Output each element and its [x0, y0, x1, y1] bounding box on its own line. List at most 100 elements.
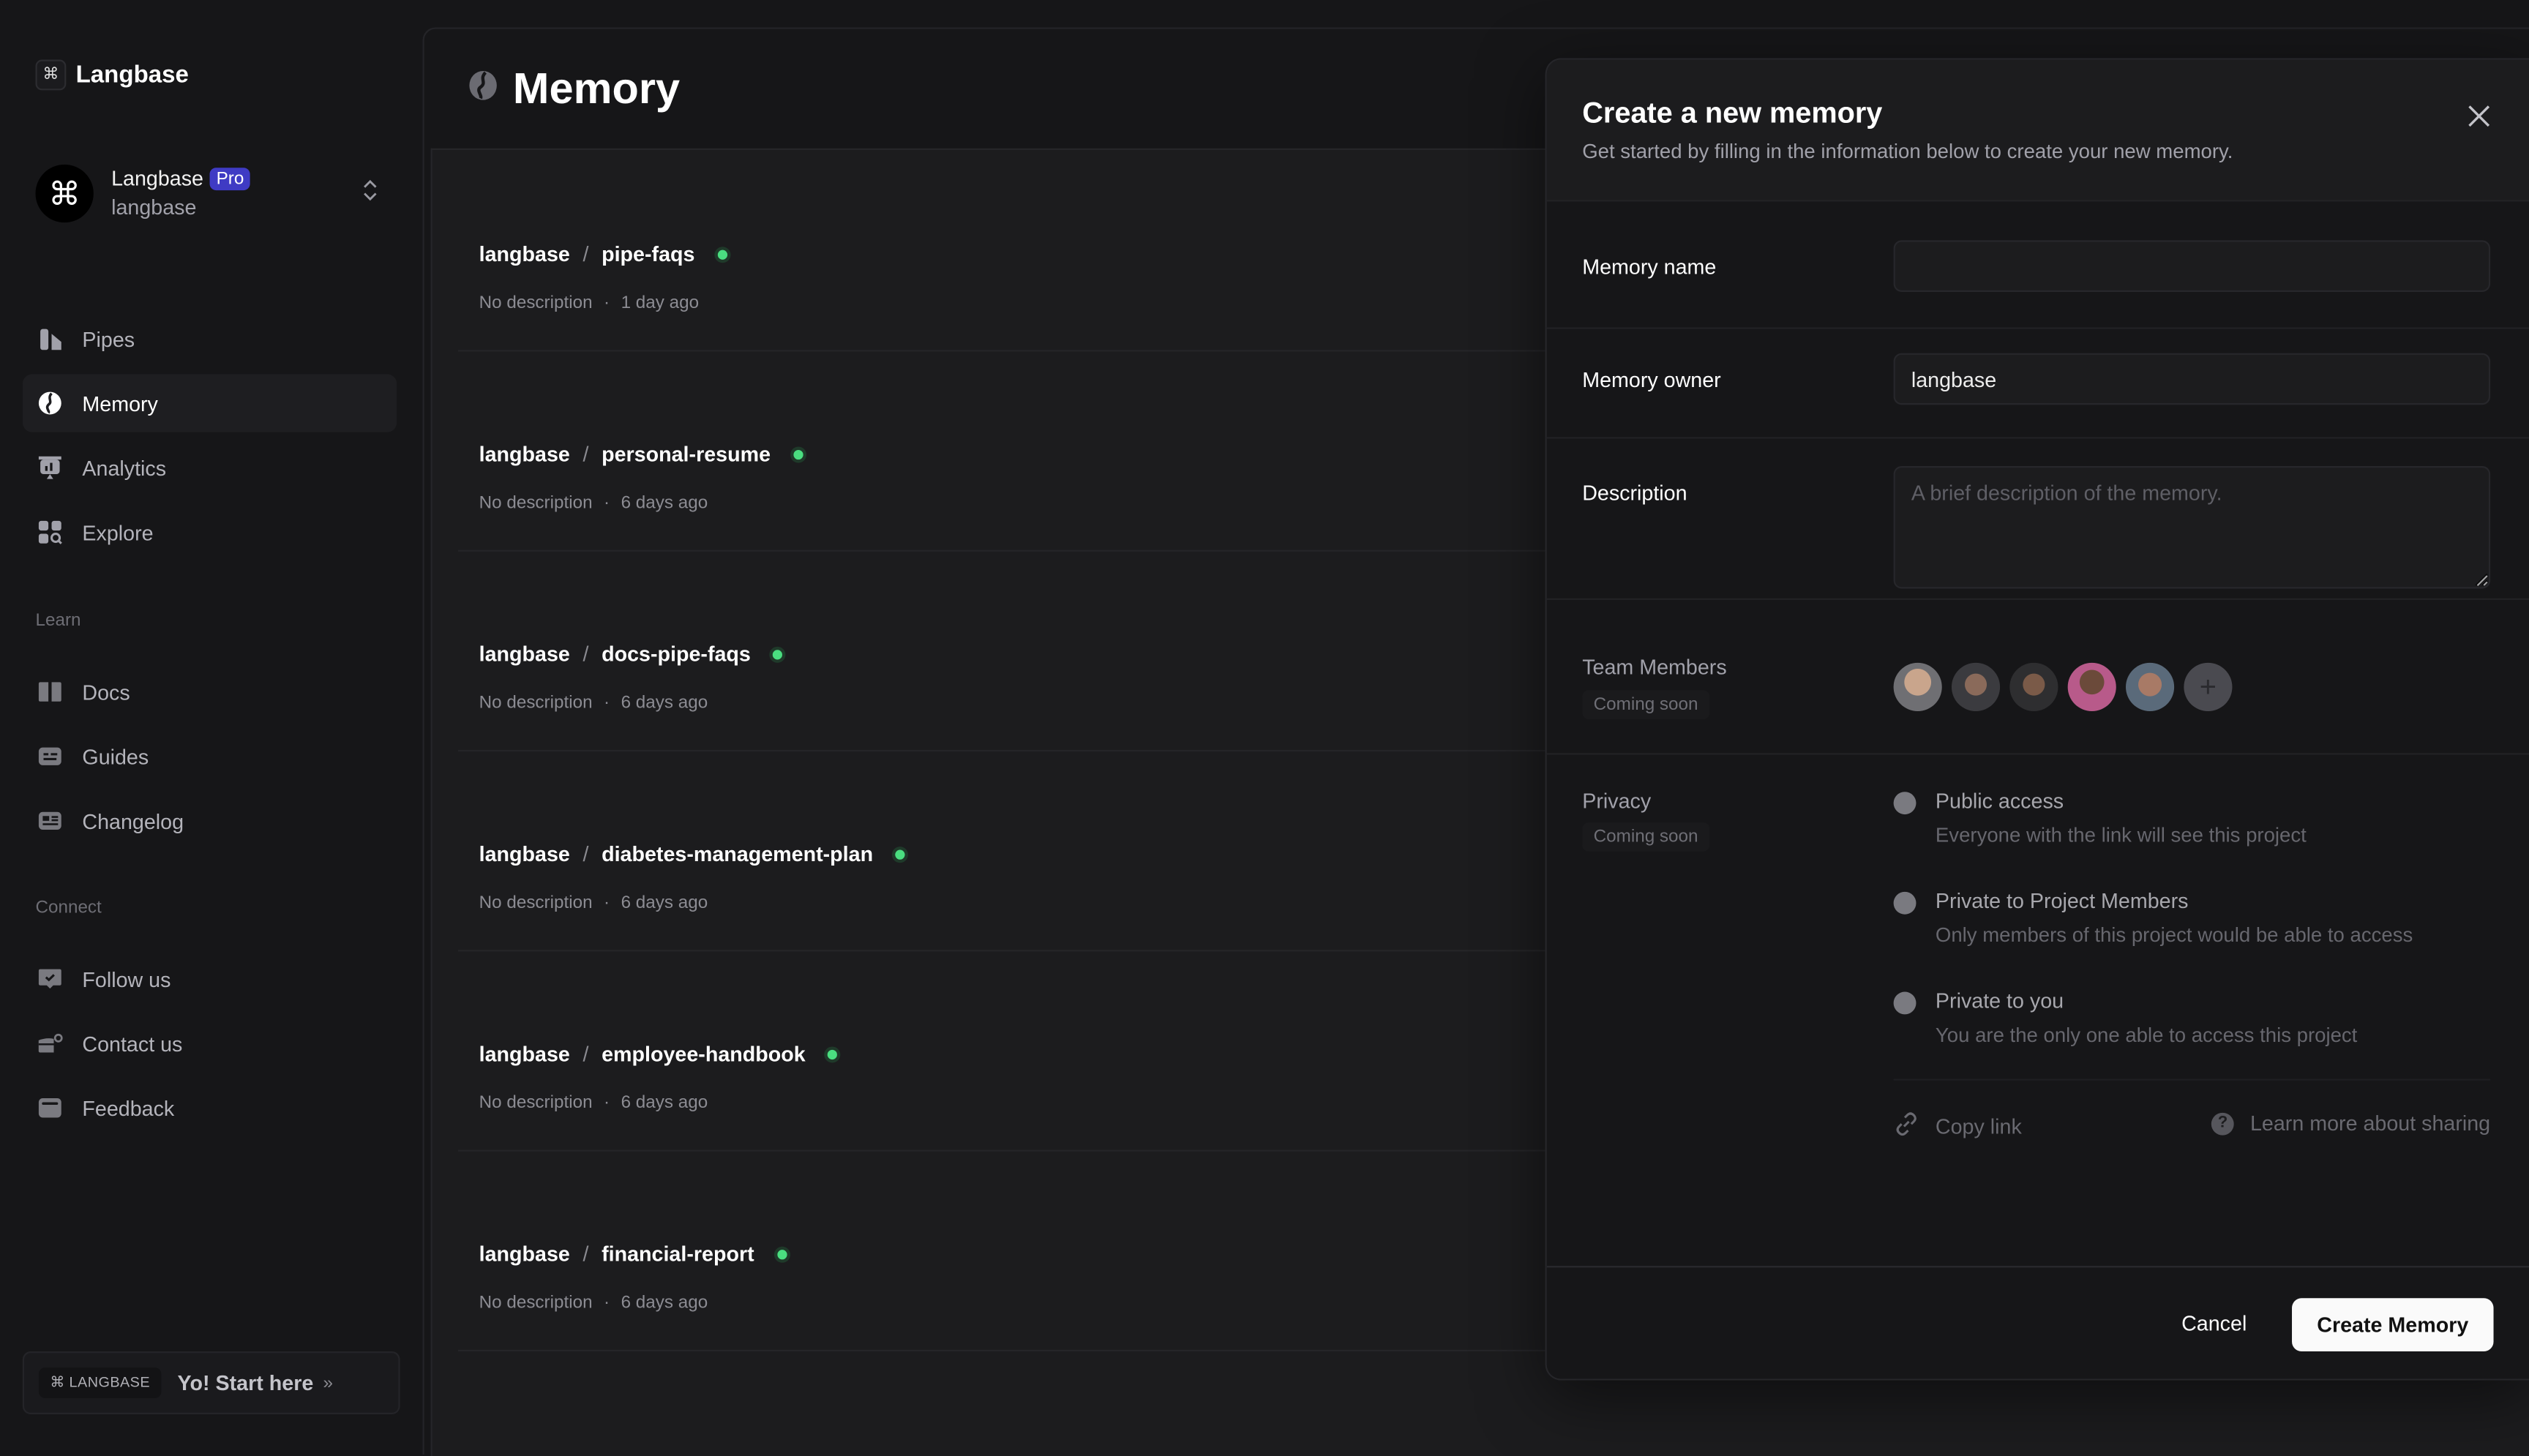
sidebar-item-explore[interactable]: Explore — [23, 503, 397, 561]
memory-name-label: Memory name — [1582, 255, 1717, 279]
sidebar-item-follow-us[interactable]: Follow us — [23, 950, 397, 1007]
org-switcher[interactable]: ⌘ Langbase Pro langbase — [35, 163, 390, 225]
memory-updated: 6 days ago — [621, 1293, 708, 1313]
section-title-learn: Learn — [35, 611, 81, 631]
memory-owner-input[interactable] — [1893, 353, 2491, 405]
page-header: Memory — [468, 64, 680, 114]
memory-updated: 6 days ago — [621, 893, 708, 913]
option-title: Private to you — [1935, 988, 2064, 1013]
learn-more-link[interactable]: ? Learn more about sharing — [2211, 1111, 2490, 1136]
radio-button[interactable] — [1893, 891, 1917, 915]
chevron-up-down-icon[interactable] — [363, 179, 378, 203]
memory-owner[interactable]: langbase — [479, 1242, 570, 1266]
memory-owner[interactable]: langbase — [479, 442, 570, 466]
option-description: You are the only one able to access this… — [1935, 1024, 2358, 1047]
coming-soon-badge: Coming soon — [1582, 690, 1709, 720]
cancel-button[interactable]: Cancel — [2175, 1298, 2253, 1348]
meta-bullet: · — [604, 293, 610, 313]
memory-name[interactable]: personal-resume — [602, 442, 771, 466]
add-member-button[interactable]: + — [2184, 662, 2233, 712]
description-label: Description — [1582, 480, 1687, 505]
memory-description: No description — [479, 893, 593, 913]
learn-more-label: Learn more about sharing — [2249, 1111, 2491, 1136]
avatar[interactable] — [1951, 662, 2001, 712]
radio-button[interactable] — [1893, 991, 1917, 1015]
sidebar-item-label: Analytics — [82, 455, 167, 480]
dialog-footer: Cancel Create Memory — [1546, 1266, 2529, 1379]
status-active-icon — [713, 246, 730, 263]
memory-description: No description — [479, 1093, 593, 1113]
memory-name-input[interactable] — [1893, 240, 2491, 292]
option-title: Private to Project Members — [1935, 888, 2189, 913]
status-active-icon — [773, 1245, 790, 1262]
create-memory-dialog: Create a new memory Get started by filli… — [1545, 58, 2529, 1381]
dialog-header: Create a new memory Get started by filli… — [1546, 59, 2529, 202]
memory-owner-row: Memory owner — [1546, 327, 2529, 439]
team-members-row: Team Members Coming soon + — [1546, 598, 2529, 755]
memory-updated: 6 days ago — [621, 693, 708, 713]
sidebar-item-memory[interactable]: Memory — [22, 374, 397, 432]
avatar[interactable] — [2009, 662, 2058, 712]
sidebar-item-label: Guides — [82, 744, 149, 769]
memory-owner[interactable]: langbase — [479, 1042, 570, 1066]
sidebar: ⌘ Langbase ⌘ Langbase Pro langbase Pipes… — [0, 0, 423, 1453]
avatar[interactable] — [2067, 662, 2116, 712]
sidebar-item-label: Memory — [82, 391, 158, 416]
sidebar-item-changelog[interactable]: Changelog — [23, 792, 397, 849]
radio-button[interactable] — [1893, 792, 1917, 815]
guides-icon — [37, 743, 63, 769]
meta-bullet: · — [604, 893, 610, 913]
privacy-row: Privacy Coming soon Public access Everyo… — [1547, 753, 2529, 1269]
team-avatars: + — [1893, 662, 2233, 712]
memory-description: No description — [479, 693, 593, 713]
sidebar-item-guides[interactable]: Guides — [23, 727, 397, 785]
memory-updated: 6 days ago — [621, 493, 708, 513]
path-separator: / — [582, 1242, 589, 1267]
start-here-label: Yo! Start here — [177, 1370, 314, 1395]
memory-name[interactable]: employee-handbook — [602, 1042, 806, 1066]
sidebar-item-feedback[interactable]: Feedback — [23, 1079, 397, 1137]
org-name: Langbase — [111, 166, 203, 191]
create-memory-button[interactable]: Create Memory — [2292, 1298, 2494, 1352]
copy-link-button[interactable]: Copy link — [1894, 1111, 2022, 1142]
sidebar-item-label: Follow us — [82, 967, 171, 991]
meta-bullet: · — [604, 693, 610, 713]
sidebar-item-label: Feedback — [82, 1095, 175, 1120]
avatar[interactable] — [2126, 662, 2175, 712]
page-title: Memory — [512, 64, 681, 113]
memory-owner[interactable]: langbase — [479, 642, 570, 666]
help-icon: ? — [2211, 1111, 2234, 1135]
avatar[interactable] — [1893, 662, 1942, 712]
path-separator: / — [582, 841, 589, 866]
sidebar-item-label: Contact us — [82, 1031, 183, 1056]
team-members-label: Team Members — [1582, 654, 1727, 679]
section-title-connect: Connect — [35, 898, 102, 918]
sidebar-item-contact-us[interactable]: Contact us — [23, 1014, 397, 1072]
start-here-card[interactable]: ⌘ LANGBASE Yo! Start here » — [22, 1351, 400, 1414]
sidebar-item-docs[interactable]: Docs — [23, 663, 397, 721]
meta-bullet: · — [604, 1093, 610, 1113]
memory-name[interactable]: pipe-faqs — [602, 242, 694, 266]
command-logo-icon: ⌘ — [35, 59, 67, 91]
sidebar-item-label: Changelog — [82, 808, 184, 833]
sidebar-item-pipes[interactable]: Pipes — [23, 309, 397, 367]
sidebar-item-analytics[interactable]: Analytics — [23, 439, 397, 497]
memory-name[interactable]: financial-report — [602, 1242, 754, 1266]
double-chevron-right-icon: » — [323, 1373, 334, 1393]
meta-bullet: · — [604, 1293, 610, 1313]
brand-logo[interactable]: ⌘ Langbase — [35, 59, 189, 91]
status-active-icon — [770, 645, 787, 662]
description-textarea[interactable] — [1893, 465, 2491, 589]
path-separator: / — [582, 241, 589, 266]
memory-owner[interactable]: langbase — [479, 842, 570, 866]
org-avatar: ⌘ — [35, 164, 94, 223]
memory-owner[interactable]: langbase — [479, 242, 570, 266]
dialog-title: Create a new memory — [1582, 97, 1883, 130]
memory-updated: 1 day ago — [621, 293, 700, 313]
memory-name[interactable]: diabetes-management-plan — [602, 842, 873, 866]
path-separator: / — [582, 642, 589, 667]
status-active-icon — [892, 846, 909, 863]
close-icon[interactable] — [2466, 103, 2492, 129]
memory-name[interactable]: docs-pipe-faqs — [602, 642, 751, 666]
org-handle: langbase — [111, 195, 197, 219]
